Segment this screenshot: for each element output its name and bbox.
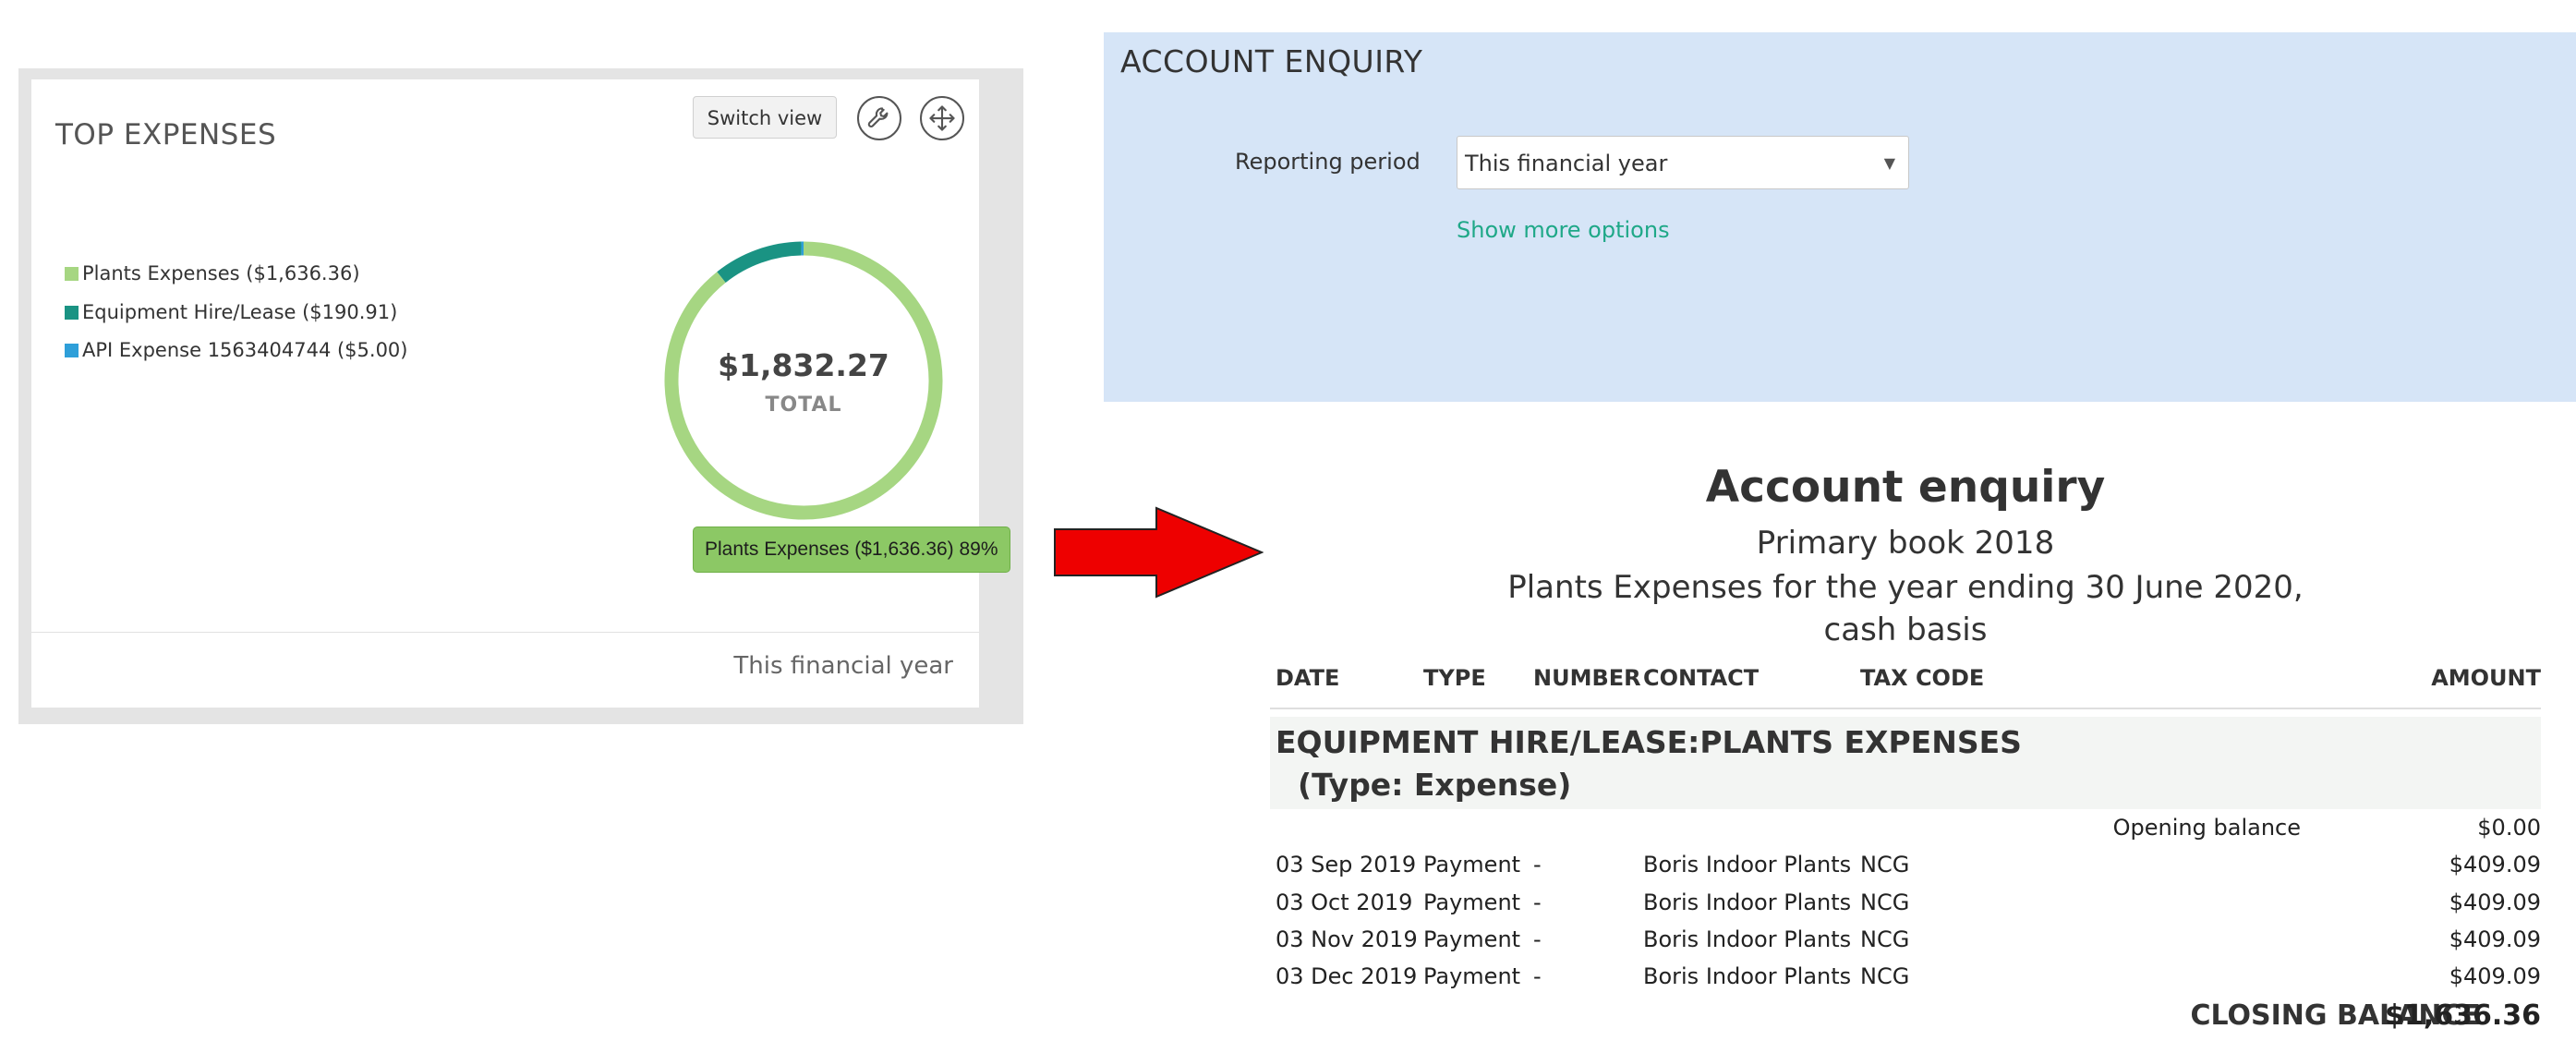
column-header-number: NUMBER — [1533, 665, 1641, 691]
account-enquiry-panel: ACCOUNT ENQUIRY Reporting period This fi… — [1104, 32, 2576, 402]
move-widget-button[interactable] — [920, 96, 964, 140]
row-amount: $409.09 — [2449, 890, 2541, 915]
opening-balance-value: $0.00 — [2477, 815, 2541, 841]
panel-title: ACCOUNT ENQUIRY — [1120, 43, 1423, 79]
row-number: - — [1533, 852, 1542, 878]
row-amount: $409.09 — [2449, 852, 2541, 878]
legend-item: Plants Expenses ($1,636.36) — [65, 262, 360, 284]
donut-slice-equipment-hire-lease[interactable] — [717, 241, 802, 284]
row-type: Payment — [1423, 890, 1521, 915]
account-group-header: EQUIPMENT HIRE/LEASE:PLANTS EXPENSES (Ty… — [1270, 717, 2541, 809]
reporting-period-select[interactable]: This financial year ▼ — [1457, 136, 1909, 189]
legend-label: Equipment Hire/Lease ($190.91) — [82, 301, 398, 323]
settings-button[interactable] — [857, 96, 901, 140]
donut-total-value: $1,832.27 — [718, 347, 889, 383]
account-type: (Type: Expense) — [1298, 767, 1572, 803]
header-divider — [1270, 708, 2541, 709]
row-number: - — [1533, 963, 1542, 989]
row-amount: $409.09 — [2449, 963, 2541, 989]
row-type: Payment — [1423, 852, 1521, 878]
legend-swatch — [65, 343, 79, 357]
row-contact: Boris Indoor Plants — [1643, 963, 1852, 989]
closing-balance-value: $1,636.36 — [2385, 999, 2541, 1032]
column-header-date: DATE — [1276, 665, 1340, 691]
row-contact: Boris Indoor Plants — [1643, 926, 1852, 952]
top-expenses-widget: TOP EXPENSES Switch view Plants Expenses… — [31, 79, 1010, 708]
show-more-options-link[interactable]: Show more options — [1457, 217, 1670, 243]
row-date: 03 Dec 2019 — [1276, 963, 1418, 989]
row-amount: $409.09 — [2449, 926, 2541, 952]
widget-title: TOP EXPENSES — [55, 118, 277, 151]
legend-item: Equipment Hire/Lease ($190.91) — [65, 301, 397, 323]
report-title: Account enquiry — [1705, 462, 2106, 513]
row-date: 03 Oct 2019 — [1276, 890, 1413, 915]
widget-divider — [31, 632, 979, 633]
top-expenses-widget-frame: TOP EXPENSES Switch view Plants Expenses… — [18, 68, 1023, 724]
donut-total-label: TOTAL — [765, 393, 842, 417]
column-header-amount: AMOUNT — [2431, 665, 2541, 691]
wrench-icon — [867, 107, 889, 127]
legend-item: API Expense 1563404744 ($5.00) — [65, 339, 407, 361]
row-type: Payment — [1423, 963, 1521, 989]
switch-view-button[interactable]: Switch view — [693, 96, 837, 139]
column-header-tax-code: TAX CODE — [1860, 665, 1985, 691]
widget-footer-period: This financial year — [733, 652, 953, 680]
report-book: Primary book 2018 — [1756, 525, 2055, 562]
row-tax-code: NCG — [1860, 890, 1910, 915]
row-date: 03 Nov 2019 — [1276, 926, 1418, 952]
opening-balance-label: Opening balance — [2112, 815, 2301, 841]
right-arrow-icon — [1054, 506, 1264, 599]
column-header-contact: CONTACT — [1643, 665, 1760, 691]
report-basis: cash basis — [1823, 611, 1988, 648]
reporting-period-value: This financial year — [1465, 151, 1668, 176]
legend-swatch — [65, 266, 79, 281]
legend-swatch — [65, 305, 79, 320]
caret-down-icon: ▼ — [1883, 154, 1895, 172]
reporting-period-label: Reporting period — [1235, 149, 1421, 175]
move-arrows-icon — [929, 105, 955, 131]
report-subtitle: Plants Expenses for the year ending 30 J… — [1507, 569, 2304, 606]
account-name: EQUIPMENT HIRE/LEASE:PLANTS EXPENSES — [1276, 724, 2022, 760]
legend-label: Plants Expenses ($1,636.36) — [82, 262, 360, 284]
row-contact: Boris Indoor Plants — [1643, 852, 1852, 878]
row-number: - — [1533, 890, 1542, 915]
row-type: Payment — [1423, 926, 1521, 952]
row-date: 03 Sep 2019 — [1276, 852, 1417, 878]
row-tax-code: NCG — [1860, 926, 1910, 952]
row-contact: Boris Indoor Plants — [1643, 890, 1852, 915]
column-header-type: TYPE — [1423, 665, 1486, 691]
chart-tooltip: Plants Expenses ($1,636.36) 89% — [693, 526, 1010, 573]
row-tax-code: NCG — [1860, 963, 1910, 989]
row-tax-code: NCG — [1860, 852, 1910, 878]
legend-label: API Expense 1563404744 ($5.00) — [82, 339, 408, 361]
row-number: - — [1533, 926, 1542, 952]
